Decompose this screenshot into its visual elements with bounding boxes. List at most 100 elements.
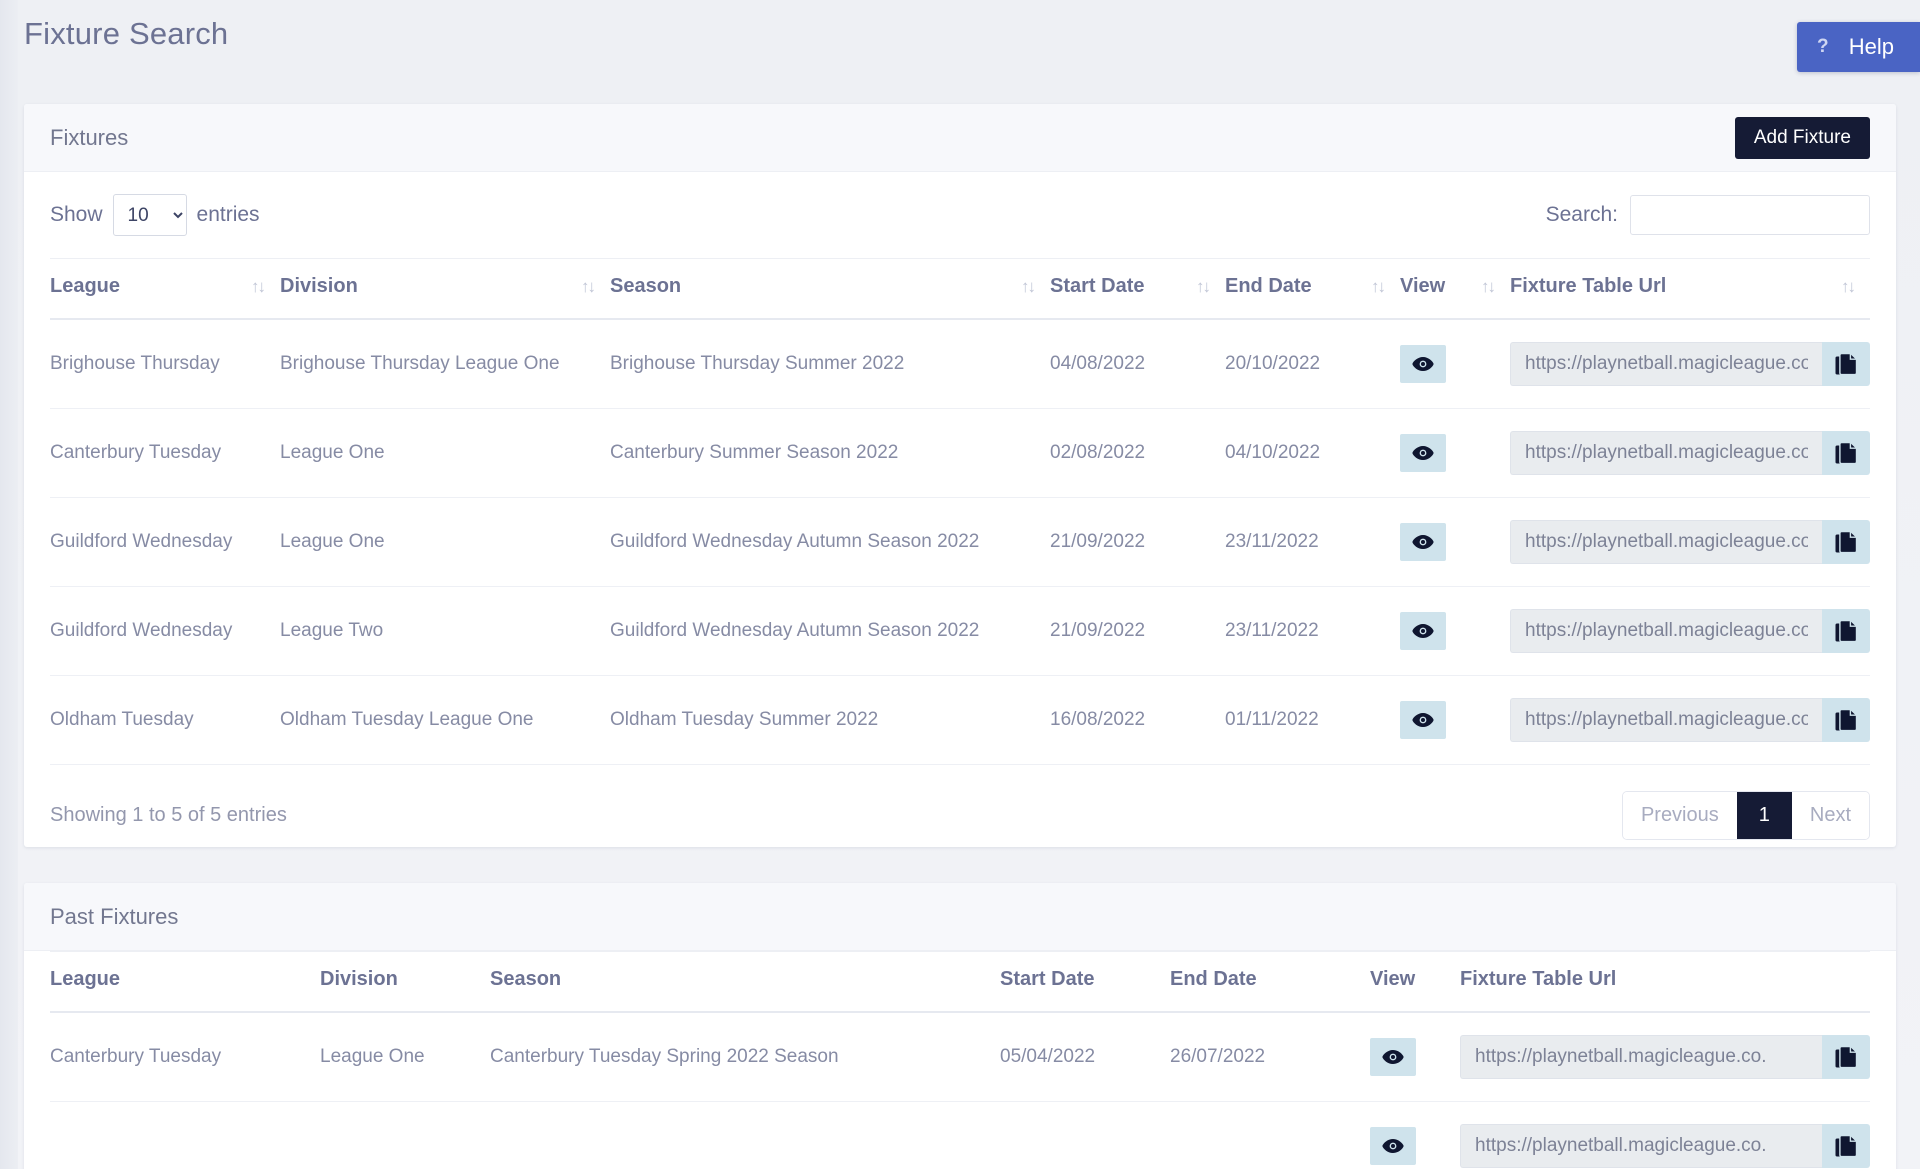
question-mark-icon: ? — [1816, 36, 1829, 57]
search-label: Search: — [1545, 203, 1618, 226]
url-input-group — [1510, 520, 1870, 564]
col-header-start-date[interactable]: Start Date ↑↓ — [1050, 258, 1225, 320]
url-input-group — [1510, 698, 1870, 742]
fixtures-cell-start-date: 21/09/2022 — [1050, 497, 1225, 587]
past-cell-view — [1370, 1012, 1460, 1102]
search-control: Search: — [1546, 195, 1870, 235]
copy-icon[interactable] — [1822, 698, 1870, 742]
eye-icon[interactable] — [1400, 523, 1446, 561]
url-input-group — [1510, 431, 1870, 475]
col-header-fixture-table-url-label: Fixture Table Url — [1510, 275, 1667, 297]
url-input-group — [1510, 609, 1870, 653]
fixture-table-url-input[interactable] — [1510, 698, 1822, 742]
fixtures-card-header: Fixtures Add Fixture — [24, 104, 1896, 172]
fixture-table-url-input[interactable] — [1510, 609, 1822, 653]
eye-icon[interactable] — [1370, 1127, 1416, 1165]
copy-icon[interactable] — [1822, 342, 1870, 386]
past-cell-fixture-table-url — [1460, 1012, 1870, 1102]
url-input-group — [1460, 1124, 1870, 1168]
fixtures-cell-league: Guildford Wednesday — [50, 586, 280, 676]
sort-icon: ↑↓ — [1196, 276, 1211, 296]
col-header-league[interactable]: League ↑↓ — [50, 258, 280, 320]
fixtures-cell-end-date: 01/11/2022 — [1225, 675, 1400, 765]
add-fixture-button[interactable]: Add Fixture — [1734, 116, 1870, 159]
help-button[interactable]: ? Help — [1796, 22, 1920, 72]
fixtures-cell-league: Oldham Tuesday — [50, 675, 280, 765]
fixtures-cell-division: League One — [280, 408, 610, 498]
copy-icon[interactable] — [1822, 431, 1870, 475]
past-cell-end-date: 26/07/2022 — [1170, 1012, 1370, 1102]
past-fixtures-card-header: Past Fixtures — [24, 883, 1896, 951]
copy-icon[interactable] — [1822, 520, 1870, 564]
fixtures-cell-end-date: 20/10/2022 — [1225, 319, 1400, 409]
sort-icon: ↑↓ — [1021, 276, 1036, 296]
fixtures-cell-fixture-table-url — [1510, 408, 1870, 498]
fixtures-cell-end-date: 04/10/2022 — [1225, 408, 1400, 498]
eye-icon[interactable] — [1400, 701, 1446, 739]
fixtures-cell-league: Guildford Wednesday — [50, 497, 280, 587]
pagination-previous[interactable]: Previous — [1622, 792, 1737, 839]
col-header-view[interactable]: View ↑↓ — [1400, 258, 1510, 320]
past-cell-season: Canterbury Tuesday Spring 2022 Season — [490, 1012, 1000, 1102]
fixtures-cell-season: Guildford Wednesday Autumn Season 2022 — [610, 586, 1050, 676]
past-col-header-view-label: View — [1370, 968, 1416, 990]
col-header-end-date-label: End Date — [1225, 275, 1312, 297]
fixture-table-url-input[interactable] — [1460, 1124, 1822, 1168]
eye-icon[interactable] — [1400, 434, 1446, 472]
copy-icon[interactable] — [1822, 1035, 1870, 1079]
table-controls: Show 102550100 entries Search: — [50, 172, 1870, 258]
pagination-page-1[interactable]: 1 — [1736, 792, 1792, 839]
past-col-header-division: Division — [320, 951, 490, 1013]
table-row: Guildford Wednesday League Two Guildford W… — [50, 586, 1870, 676]
eye-icon[interactable] — [1400, 345, 1446, 383]
fixtures-cell-start-date: 04/08/2022 — [1050, 319, 1225, 409]
app-page: Fixture Search ? Help Fixtures Add Fixtu… — [0, 0, 1920, 1169]
col-header-division[interactable]: Division ↑↓ — [280, 258, 610, 320]
past-cell-fixture-table-url — [1460, 1101, 1870, 1169]
past-fixtures-table: League Division Season Start Date End Da… — [50, 951, 1870, 1169]
table-row — [50, 1101, 1870, 1169]
search-input[interactable] — [1630, 195, 1870, 235]
table-row: Guildford Wednesday League One Guildford W… — [50, 497, 1870, 587]
fixtures-card: Fixtures Add Fixture Show 102550100 entr… — [24, 104, 1896, 847]
fixture-table-url-input[interactable] — [1460, 1035, 1822, 1079]
page-length-select[interactable]: 102550100 — [112, 194, 187, 236]
past-cell-partial — [320, 1101, 490, 1169]
copy-icon[interactable] — [1822, 1124, 1870, 1168]
fixtures-cell-season: Brighouse Thursday Summer 2022 — [610, 319, 1050, 409]
fixtures-cell-view — [1400, 408, 1510, 498]
fixture-table-url-input[interactable] — [1510, 431, 1822, 475]
fixture-table-url-input[interactable] — [1510, 520, 1822, 564]
col-header-view-label: View — [1400, 275, 1446, 297]
table-row: Oldham Tuesday Oldham Tuesday League One O… — [50, 675, 1870, 765]
fixtures-cell-end-date: 23/11/2022 — [1225, 497, 1400, 587]
past-fixtures-table-body: Canterbury Tuesday League One Canterbury T… — [50, 1012, 1870, 1169]
sort-icon: ↑↓ — [1841, 276, 1856, 296]
past-cell-division: League One — [320, 1012, 490, 1102]
help-button-label: Help — [1848, 34, 1894, 59]
fixtures-cell-end-date: 23/11/2022 — [1225, 586, 1400, 676]
eye-icon[interactable] — [1400, 612, 1446, 650]
past-fixtures-card: Past Fixtures League Division Season Sta… — [24, 883, 1896, 1169]
past-col-header-league-label: League — [50, 968, 121, 990]
sort-icon: ↑↓ — [1481, 276, 1496, 296]
fixtures-cell-view — [1400, 319, 1510, 409]
table-row: Canterbury Tuesday League One Canterbury S… — [50, 408, 1870, 498]
fixtures-cell-view — [1400, 497, 1510, 587]
past-cell-league: Canterbury Tuesday — [50, 1012, 320, 1102]
eye-icon[interactable] — [1370, 1038, 1416, 1076]
fixtures-cell-fixture-table-url — [1510, 497, 1870, 587]
past-col-header-end-date-label: End Date — [1170, 968, 1257, 990]
fixtures-cell-season: Canterbury Summer Season 2022 — [610, 408, 1050, 498]
col-header-end-date[interactable]: End Date ↑↓ — [1225, 258, 1400, 320]
col-header-season[interactable]: Season ↑↓ — [610, 258, 1050, 320]
fixtures-header-row: League ↑↓ Division ↑↓ Season ↑↓ Start Date ↑… — [50, 258, 1870, 320]
past-cell-partial — [490, 1101, 1000, 1169]
show-entries-suffix: entries — [196, 203, 260, 226]
fixtures-cell-division: League Two — [280, 586, 610, 676]
pagination-next[interactable]: Next — [1791, 792, 1869, 839]
col-header-fixture-table-url[interactable]: Fixture Table Url ↑↓ — [1510, 258, 1870, 320]
copy-icon[interactable] — [1822, 609, 1870, 653]
fixture-table-url-input[interactable] — [1510, 342, 1822, 386]
fixtures-cell-division: Brighouse Thursday League One — [280, 319, 610, 409]
